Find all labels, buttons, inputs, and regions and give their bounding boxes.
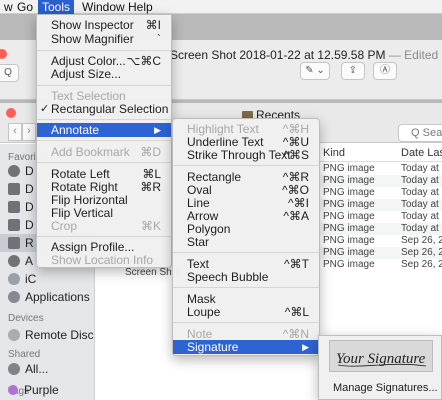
markup-pen-button[interactable]: ✎ ⌄ [300, 62, 330, 80]
menu-separator [173, 252, 319, 253]
sidebar-item-remote-disc[interactable]: Remote Disc [0, 326, 95, 344]
menu-item-mask[interactable]: Mask [173, 292, 319, 306]
document-icon [8, 201, 20, 213]
menu-item-rectangle[interactable]: Rectangle ^⌘R [173, 170, 319, 184]
menu-item-star[interactable]: Star [173, 235, 319, 249]
sidebar-tag-purple[interactable]: Purple [0, 381, 95, 399]
menu-item-highlight-text: Highlight Text ^⌘H [187, 122, 309, 136]
cloud-icon [8, 273, 20, 285]
recents-icon [8, 237, 20, 249]
manage-signatures-item[interactable]: Manage Signatures... [333, 382, 438, 394]
applications-icon [8, 291, 20, 303]
menu-item-adjust-color[interactable]: Adjust Color... ⌥⌘C [37, 54, 171, 68]
airdrop-icon [8, 255, 20, 267]
menu-item-show-magnifier[interactable]: Show Magnifier ` [37, 32, 171, 46]
menu-item-signature[interactable]: Signature ▶ [173, 340, 319, 354]
menu-item-show-location-info: Show Location Info [51, 253, 154, 267]
menu-item-assign-profile[interactable]: Assign Profile... [37, 240, 171, 254]
menu-separator [37, 140, 171, 141]
zoom-button[interactable]: Q [0, 64, 19, 82]
menu-item-underline-text[interactable]: Underline Text ^⌘U [173, 135, 319, 149]
menu-item-text-selection: Text Selection [51, 89, 126, 103]
signature-image: Your Signature [336, 351, 427, 367]
tag-color-dot [8, 385, 18, 395]
menu-separator [37, 236, 171, 237]
menu-go[interactable]: Go [13, 0, 37, 14]
menu-item-rectangular-selection[interactable]: ✓ Rectangular Selection [37, 102, 171, 116]
search-input[interactable]: Q Sea [398, 124, 442, 142]
submenu-arrow-icon: ▶ [302, 342, 309, 352]
menu-item-rotate-right[interactable]: Rotate Right ⌘R [37, 180, 171, 194]
menu-separator [173, 287, 319, 288]
annotate-button[interactable]: Ⓐ [373, 62, 397, 80]
menu-tools[interactable]: Tools [38, 0, 75, 14]
drive-icon [8, 219, 20, 231]
sidebar-item-shared-all[interactable]: All... [0, 360, 95, 378]
menu-item-annotate[interactable]: Annotate ▶ [37, 123, 171, 137]
menu-item-speech-bubble[interactable]: Speech Bubble [173, 270, 319, 284]
menu-item-loupe[interactable]: Loupe ^⌘L [173, 305, 319, 319]
signature-submenu: Your Signature Manage Signatures... [318, 335, 442, 400]
menu-separator [37, 50, 171, 51]
close-icon[interactable] [0, 49, 7, 59]
download-icon [8, 165, 20, 177]
finder-close-icon[interactable] [6, 108, 16, 118]
menu-item-flip-vertical[interactable]: Flip Vertical [37, 206, 171, 220]
forward-button[interactable]: › [22, 123, 36, 141]
disc-icon [8, 329, 20, 341]
column-date[interactable]: Date Last O [401, 144, 442, 162]
annotate-submenu: Highlight Text ^⌘H Underline Text ^⌘U Stri… [172, 118, 320, 356]
column-kind[interactable]: Kind [323, 144, 345, 162]
menu-help[interactable]: Help [124, 0, 157, 14]
share-button[interactable]: ⇪ [341, 62, 365, 80]
shared-heading: Shared [8, 349, 41, 360]
tools-menu: Show Inspector ⌘I Show Magnifier ` Adjust … [36, 14, 172, 268]
menu-item-note: Note ^⌘N [187, 327, 309, 341]
menu-item-strike-through-text[interactable]: Strike Through Text ^⌘S [173, 148, 319, 162]
devices-heading: Devices [8, 313, 44, 324]
menu-separator [173, 165, 319, 166]
sidebar-item-applications[interactable]: Applications [0, 288, 95, 306]
menu-item-oval[interactable]: Oval ^⌘O [173, 183, 319, 197]
network-icon [8, 363, 20, 375]
menu-item-add-bookmark: Add Bookmark ⌘D [51, 145, 161, 159]
menu-separator [37, 162, 171, 163]
back-button[interactable]: ‹ [8, 123, 22, 141]
preview-title: Screen Shot 2018-01-22 at 12.59.58 PM — … [170, 48, 442, 62]
desktop-icon [8, 183, 20, 195]
menu-item-crop: Crop ⌘K [51, 219, 161, 233]
menu-separator [37, 119, 171, 120]
menu-item-flip-horizontal[interactable]: Flip Horizontal [37, 193, 171, 207]
menu-bar: w Go Tools Window Help [0, 0, 442, 14]
menu-window[interactable]: Window [78, 0, 129, 14]
signature-thumbnail[interactable]: Your Signature [329, 340, 433, 372]
menu-item-show-inspector[interactable]: Show Inspector ⌘I [37, 18, 171, 32]
menu-item-text[interactable]: Text ^⌘T [173, 257, 319, 271]
checkmark-icon: ✓ [40, 103, 50, 115]
menu-separator [173, 322, 319, 323]
menu-item-arrow[interactable]: Arrow ^⌘A [173, 209, 319, 223]
menu-item-polygon[interactable]: Polygon [173, 222, 319, 236]
submenu-arrow-icon: ▶ [154, 125, 161, 135]
menu-item-rotate-left[interactable]: Rotate Left ⌘L [37, 167, 171, 181]
menu-item-adjust-size[interactable]: Adjust Size... [37, 67, 171, 81]
sidebar-item-icloud[interactable]: iC [0, 270, 95, 288]
menu-item-line[interactable]: Line ^⌘I [173, 196, 319, 210]
menu-separator [37, 85, 171, 86]
